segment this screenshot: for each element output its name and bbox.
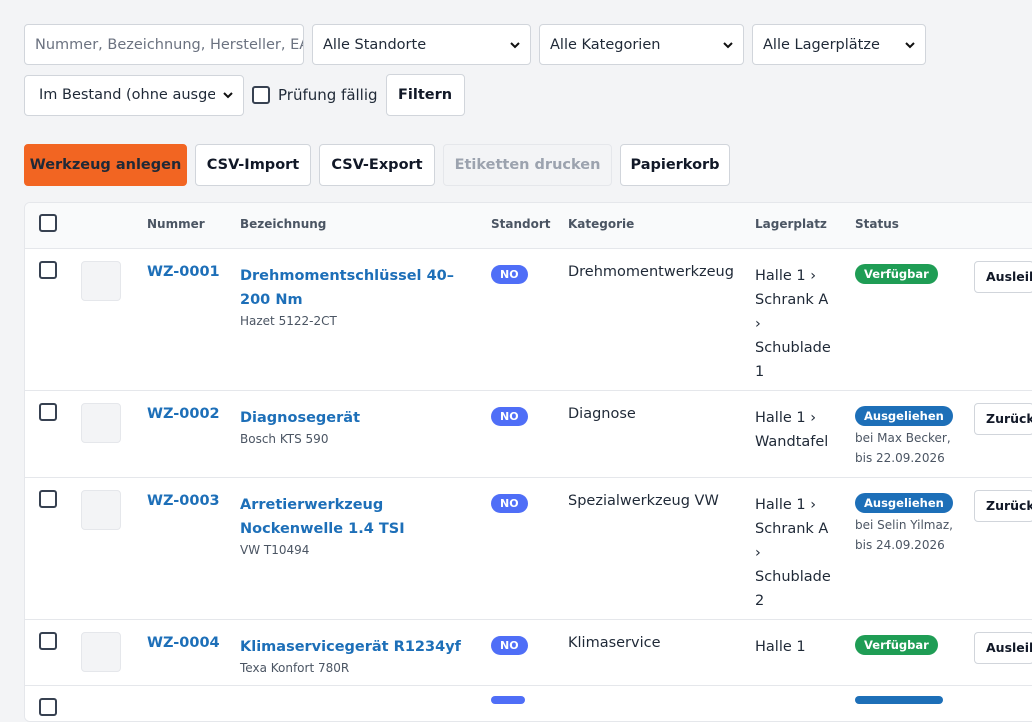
tool-name-link[interactable]: Arretierwerkzeug Nockenwelle 1.4 TSI: [240, 493, 475, 541]
status-cell: Verfügbar: [855, 634, 965, 655]
tool-name-cell: Diagnosegerät Bosch KTS 590: [240, 406, 475, 446]
row-checkbox[interactable]: [39, 490, 57, 508]
search-input[interactable]: Nummer, Bezeichnung, Hersteller, EAN …: [24, 24, 304, 65]
header-status[interactable]: Status: [855, 217, 899, 231]
tool-name-link[interactable]: Diagnosegerät: [240, 406, 475, 430]
category-select-value: Alle Kategorien: [550, 36, 661, 53]
action-bar: Werkzeug anlegen CSV-Import CSV-Export E…: [24, 144, 730, 186]
table-row[interactable]: [25, 686, 1032, 721]
status-cell: Verfügbar: [855, 263, 965, 284]
location-pill: NO: [491, 494, 528, 513]
tool-number-link[interactable]: WZ-0004: [147, 635, 220, 651]
status-badge: Verfügbar: [855, 264, 938, 284]
category-cell: Diagnose: [568, 406, 636, 422]
row-checkbox[interactable]: [39, 261, 57, 279]
tool-name-link[interactable]: Klimaservicegerät R1234yf: [240, 635, 475, 659]
csv-export-button[interactable]: CSV-Export: [319, 144, 435, 186]
tool-name-cell: Drehmomentschlüssel 40–200 Nm Hazet 5122…: [240, 264, 475, 328]
storage-select-value: Alle Lagerplätze: [763, 36, 880, 53]
status-badge: Ausgeliehen: [855, 493, 953, 513]
stock-select[interactable]: Im Bestand (ohne ausgemustert): [24, 74, 244, 116]
tool-thumbnail: [81, 632, 121, 672]
stock-select-value: Im Bestand (ohne ausgemustert): [39, 87, 215, 103]
print-labels-button: Etiketten drucken: [443, 144, 612, 186]
chevron-down-icon: [510, 41, 520, 48]
return-button[interactable]: Zurückgeben: [974, 403, 1032, 435]
select-all-checkbox[interactable]: [39, 214, 57, 232]
table-row[interactable]: WZ-0003 Arretierwerkzeug Nockenwelle 1.4…: [25, 478, 1032, 620]
status-note: bei Selin Yilmaz, bis 24.09.2026: [855, 518, 953, 552]
tool-number-link[interactable]: WZ-0002: [147, 406, 220, 422]
header-category[interactable]: Kategorie: [568, 217, 634, 231]
return-button[interactable]: Zurückgeben: [974, 490, 1032, 522]
tool-number-link[interactable]: WZ-0001: [147, 264, 220, 280]
location-select-value: Alle Standorte: [323, 36, 427, 53]
lend-button[interactable]: Ausleihen: [974, 632, 1032, 664]
filter-bar: Nummer, Bezeichnung, Hersteller, EAN … A…: [24, 24, 1024, 125]
status-cell: Ausgeliehen bei Max Becker, bis 22.09.20…: [855, 405, 965, 468]
row-checkbox[interactable]: [39, 698, 57, 716]
status-note: bei Max Becker, bis 22.09.2026: [855, 431, 951, 465]
location-select[interactable]: Alle Standorte: [312, 24, 531, 65]
tool-thumbnail: [81, 261, 121, 301]
tool-name-cell: Klimaservicegerät R1234yf Texa Konfort 7…: [240, 635, 475, 675]
storage-cell: Halle 1 › Schrank A › Schublade 1: [755, 268, 831, 380]
status-badge: Verfügbar: [855, 635, 938, 655]
tool-thumbnail: [81, 490, 121, 530]
table-row[interactable]: WZ-0002 Diagnosegerät Bosch KTS 590 NO D…: [25, 391, 1032, 478]
tool-maker: Hazet 5122-2CT: [240, 314, 337, 328]
table-header: Nummer Bezeichnung Standort Kategorie La…: [25, 203, 1032, 249]
trash-button[interactable]: Papierkorb: [620, 144, 730, 186]
inspection-due-filter[interactable]: Prüfung fällig: [252, 86, 378, 104]
csv-import-button[interactable]: CSV-Import: [195, 144, 311, 186]
inspection-due-checkbox[interactable]: [252, 86, 270, 104]
storage-cell: Halle 1 › Schrank A › Schublade 2: [755, 497, 831, 609]
chevron-down-icon: [905, 41, 915, 48]
tool-maker: VW T10494: [240, 543, 310, 557]
category-cell: Spezialwerkzeug VW: [568, 493, 719, 509]
tool-maker: Bosch KTS 590: [240, 432, 329, 446]
location-pill: NO: [491, 407, 528, 426]
location-pill: NO: [491, 636, 528, 655]
storage-select[interactable]: Alle Lagerplätze: [752, 24, 926, 65]
category-cell: Klimaservice: [568, 635, 661, 651]
category-cell: Drehmomentwerkzeug: [568, 264, 734, 280]
header-location[interactable]: Standort: [491, 217, 551, 231]
row-checkbox[interactable]: [39, 632, 57, 650]
table-row[interactable]: WZ-0001 Drehmomentschlüssel 40–200 Nm Ha…: [25, 249, 1032, 391]
chevron-down-icon: [223, 92, 233, 99]
status-badge: Ausgeliehen: [855, 406, 953, 426]
location-pill: NO: [491, 265, 528, 284]
header-name[interactable]: Bezeichnung: [240, 217, 326, 231]
status-badge: [855, 696, 943, 704]
row-checkbox[interactable]: [39, 403, 57, 421]
location-pill: [491, 696, 525, 704]
storage-cell: Halle 1 › Wandtafel: [755, 410, 829, 450]
tool-name-link[interactable]: Drehmomentschlüssel 40–200 Nm: [240, 264, 475, 312]
tools-table: Nummer Bezeichnung Standort Kategorie La…: [24, 202, 1032, 722]
inspection-due-label: Prüfung fällig: [278, 86, 378, 104]
category-select[interactable]: Alle Kategorien: [539, 24, 744, 65]
status-cell: Ausgeliehen bei Selin Yilmaz, bis 24.09.…: [855, 492, 965, 555]
tool-name-cell: Arretierwerkzeug Nockenwelle 1.4 TSI VW …: [240, 493, 475, 557]
tool-number-link[interactable]: WZ-0003: [147, 493, 220, 509]
create-tool-button[interactable]: Werkzeug anlegen: [24, 144, 187, 186]
tool-thumbnail: [81, 403, 121, 443]
header-storage[interactable]: Lagerplatz: [755, 217, 827, 231]
storage-cell: Halle 1: [755, 639, 806, 655]
tool-maker: Texa Konfort 780R: [240, 661, 350, 675]
header-number[interactable]: Nummer: [147, 217, 205, 231]
chevron-down-icon: [723, 41, 733, 48]
lend-button[interactable]: Ausleihen: [974, 261, 1032, 293]
filter-button[interactable]: Filtern: [385, 74, 465, 116]
table-row[interactable]: WZ-0004 Klimaservicegerät R1234yf Texa K…: [25, 620, 1032, 686]
